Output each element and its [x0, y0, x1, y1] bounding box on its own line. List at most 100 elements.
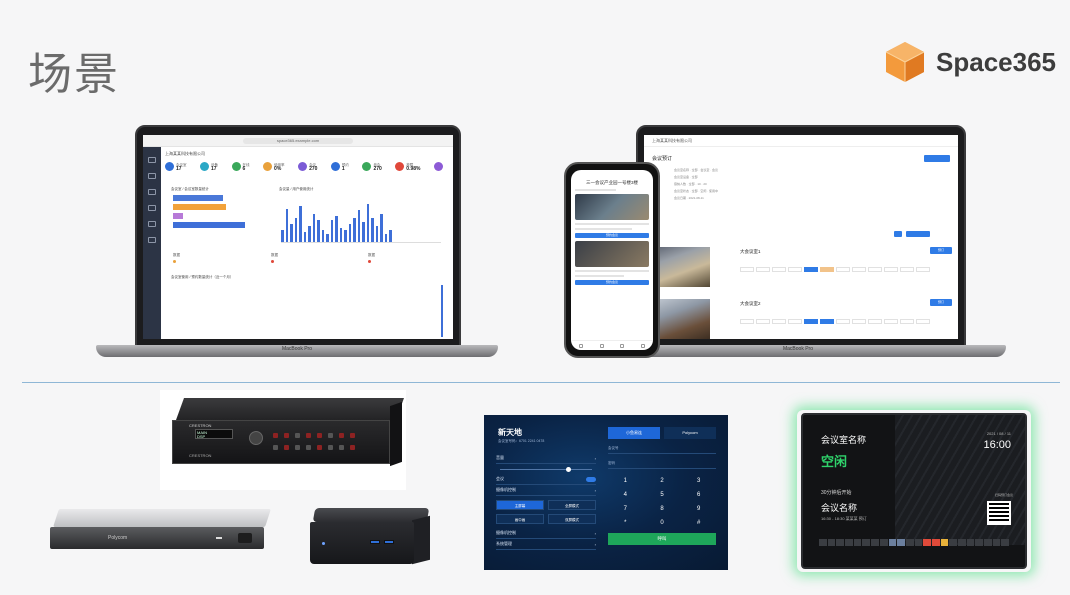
tp-tab-full[interactable]: 全屏模式	[548, 500, 596, 510]
kpi-icon	[395, 162, 405, 171]
room-photo-2	[652, 299, 710, 339]
kpi-card: 会议 270	[298, 162, 317, 171]
timeslot[interactable]	[772, 267, 786, 272]
timeslot[interactable]	[884, 319, 898, 324]
qr-code-icon[interactable]	[987, 501, 1011, 525]
booking-topbar: 上海某某科技有限公司	[644, 135, 958, 147]
tp-call-button[interactable]: 呼叫	[608, 533, 716, 545]
url-bar[interactable]: space365.example.com	[243, 138, 353, 144]
sidebar-room-icon[interactable]	[148, 173, 156, 179]
timeline-cell	[888, 539, 897, 546]
processor-lcd: MAIN DSP	[195, 429, 233, 439]
timeslot[interactable]	[804, 319, 818, 324]
sidebar-settings-icon[interactable]	[148, 237, 156, 243]
book-now-button[interactable]	[906, 231, 930, 237]
column-bar	[281, 230, 284, 242]
hbar	[173, 195, 223, 201]
laptop-model-label: MacBook Pro	[281, 346, 312, 352]
processor-brand-label-2: CRESTRON	[189, 453, 212, 458]
keypad-key[interactable]: *	[608, 517, 643, 529]
timeslot[interactable]	[788, 267, 802, 272]
kpi-value: 17	[176, 165, 182, 172]
kpi-value: 270	[373, 165, 382, 172]
tab-profile-icon[interactable]	[640, 343, 645, 348]
tp-volume-slider[interactable]	[496, 464, 596, 474]
tab-book-icon[interactable]	[599, 343, 604, 348]
tp-meeting-id-field[interactable]: 会议号	[608, 443, 716, 454]
keypad-key[interactable]: 7	[608, 503, 643, 515]
timeline-cell	[845, 539, 853, 546]
tp-tab-main[interactable]: 主屏幕	[496, 500, 544, 510]
tp-camera-row[interactable]: 摄像机控制 ›	[496, 485, 596, 496]
tp-brand-polycom[interactable]: Polycom	[664, 427, 716, 439]
timeslot[interactable]	[868, 267, 882, 272]
column-bar	[384, 234, 387, 242]
timeslot[interactable]	[804, 267, 818, 272]
keypad-key[interactable]: #	[681, 517, 716, 529]
tp-meeting-row[interactable]: 会议	[496, 474, 596, 485]
tp-camera-control-row[interactable]: 摄像机控制 ›	[496, 528, 596, 539]
timeslot[interactable]	[820, 319, 834, 324]
kpi-card: 参会 270	[362, 162, 382, 172]
keypad-key[interactable]: 8	[645, 503, 680, 515]
keypad-key[interactable]: 5	[645, 489, 680, 501]
timeslot[interactable]	[868, 319, 882, 324]
tp-tab-dual[interactable]: 双屏模式	[548, 514, 596, 524]
tp-volume-row[interactable]: 音量 ›	[496, 453, 596, 464]
hbar	[173, 204, 226, 210]
company-name: 上海某某科技有限公司	[165, 151, 205, 156]
tab-meeting-icon[interactable]	[620, 343, 625, 348]
timeslot[interactable]	[836, 319, 850, 324]
keypad-key[interactable]: 2	[645, 475, 680, 487]
timeslot[interactable]	[788, 319, 802, 324]
keypad-key[interactable]: 6	[681, 489, 716, 501]
timeline-cell	[949, 539, 957, 546]
tp-toggle[interactable]	[586, 476, 596, 482]
mini-stat-1: 数据	[173, 253, 180, 263]
booking-top-button[interactable]	[924, 155, 950, 162]
keypad-key[interactable]: 0	[645, 517, 680, 529]
timeslot[interactable]	[820, 267, 834, 272]
timeslot[interactable]	[756, 319, 770, 324]
sidebar-home-icon[interactable]	[148, 157, 156, 163]
keypad-key[interactable]: 1	[608, 475, 643, 487]
tp-password-field[interactable]: 密码	[608, 458, 716, 469]
timeslot[interactable]	[740, 267, 754, 272]
door-display-panel: 会议室名称 空闲 2021 / 08 / 11 16:00 30分钟后开始 会议…	[801, 413, 1027, 569]
keypad-key[interactable]: 3	[681, 475, 716, 487]
timeslot[interactable]	[852, 319, 866, 324]
processor-knob	[249, 431, 263, 445]
tp-tab-pip[interactable]: 画中画	[496, 514, 544, 524]
timeslot[interactable]	[900, 267, 914, 272]
tp-system-row[interactable]: 系统管理 ›	[496, 539, 596, 550]
timeslot[interactable]	[756, 267, 770, 272]
sidebar-report-icon[interactable]	[148, 221, 156, 227]
processor-buttons	[273, 433, 355, 438]
timeline-cell	[819, 539, 827, 546]
book-room-1-button[interactable]: 预订	[930, 247, 952, 254]
timeslot[interactable]	[740, 319, 754, 324]
timeline-cell	[992, 539, 1001, 546]
tab-home-icon[interactable]	[579, 343, 584, 348]
sidebar-device-icon[interactable]	[148, 189, 156, 195]
keypad-key[interactable]: 4	[608, 489, 643, 501]
timeslot[interactable]	[884, 267, 898, 272]
sidebar-clock-icon[interactable]	[148, 205, 156, 211]
phone-book-button-2[interactable]: 预约会议	[575, 280, 649, 285]
keypad-key[interactable]: 9	[681, 503, 716, 515]
dp-timeline	[819, 539, 1010, 546]
book-room-2-button[interactable]: 预订	[930, 299, 952, 306]
timeslot[interactable]	[836, 267, 850, 272]
tp-brand-xylink[interactable]: 小鱼易连	[608, 427, 660, 439]
search-button[interactable]	[894, 231, 902, 237]
bottom-chart-spike	[441, 285, 443, 337]
timeline-cell	[871, 539, 879, 546]
timeline-cell	[879, 539, 888, 546]
timeslot[interactable]	[852, 267, 866, 272]
timeslot[interactable]	[916, 319, 930, 324]
column-bar	[303, 232, 306, 242]
timeslot[interactable]	[900, 319, 914, 324]
timeslot[interactable]	[772, 319, 786, 324]
phone-book-button-1[interactable]: 预约会议	[575, 233, 649, 238]
timeslot[interactable]	[916, 267, 930, 272]
